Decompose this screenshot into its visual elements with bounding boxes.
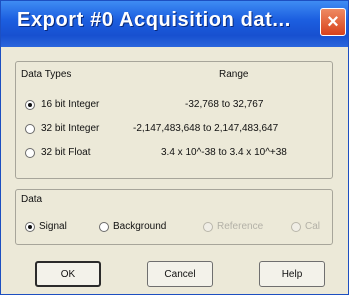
title-bar[interactable]: Export #0 Acquisition dat... × (1, 1, 348, 47)
radio-cal (291, 222, 301, 232)
range-32bit-float: 3.4 x 10^-38 to 3.4 x 10^+38 (161, 147, 287, 158)
export-dialog: Export #0 Acquisition dat... × Data Type… (0, 0, 349, 295)
data-group-label: Data (19, 194, 45, 205)
radio-32bit-float[interactable] (25, 148, 35, 158)
option-label-cal: Cal (305, 221, 321, 232)
data-types-header: Data Types (21, 69, 72, 80)
radio-background[interactable] (99, 222, 109, 232)
close-button[interactable]: × (320, 8, 346, 36)
range-32bit-integer: -2,147,483,648 to 2,147,483,647 (133, 123, 279, 134)
option-label-reference: Reference (217, 221, 264, 232)
ok-button[interactable]: OK (35, 261, 101, 287)
radio-reference (203, 222, 213, 232)
radio-signal[interactable] (25, 222, 35, 232)
range-header: Range (219, 69, 249, 80)
range-16bit-integer: -32,768 to 32,767 (185, 99, 264, 110)
option-label-signal[interactable]: Signal (39, 221, 67, 232)
data-group (15, 189, 333, 245)
option-label-background[interactable]: Background (113, 221, 166, 232)
option-label-16bit-integer[interactable]: 16 bit Integer (41, 99, 99, 110)
radio-32bit-integer[interactable] (25, 124, 35, 134)
close-icon: × (327, 11, 339, 33)
help-button[interactable]: Help (259, 261, 325, 287)
radio-16bit-integer[interactable] (25, 100, 35, 110)
window-title: Export #0 Acquisition dat... (17, 9, 291, 31)
option-label-32bit-float[interactable]: 32 bit Float (41, 147, 90, 158)
option-label-32bit-integer[interactable]: 32 bit Integer (41, 123, 99, 134)
cancel-button[interactable]: Cancel (147, 261, 213, 287)
